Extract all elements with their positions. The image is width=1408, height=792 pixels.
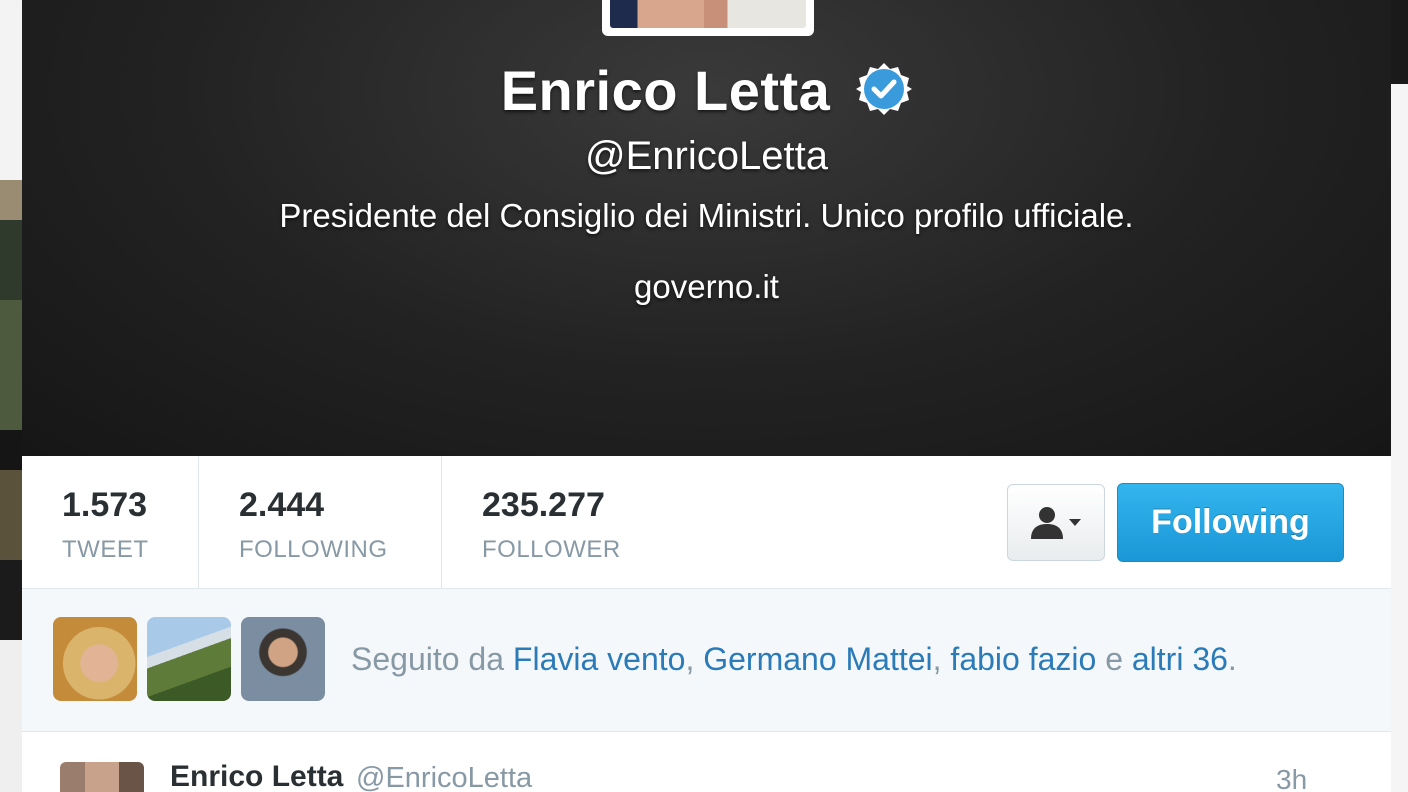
profile-url-link[interactable]: governo.it	[22, 268, 1391, 306]
stat-following-count: 2.444	[239, 486, 325, 524]
profile-avatar-image	[610, 0, 806, 28]
profile-handle: @EnricoLetta	[585, 134, 828, 178]
stat-tweets[interactable]: 1.573 TWEET	[22, 456, 199, 588]
separator: ,	[685, 641, 704, 677]
tweet-author-handle[interactable]: @EnricoLetta	[356, 762, 532, 792]
stat-following[interactable]: 2.444 FOLLOWING	[199, 456, 442, 588]
followed-by-prefix: Seguito da	[351, 641, 513, 677]
others-link[interactable]: altri 36	[1132, 641, 1228, 677]
follower-avatar[interactable]	[241, 617, 325, 701]
follower-avatar[interactable]	[53, 617, 137, 701]
stat-followers-label: FOLLOWER	[482, 536, 621, 563]
stat-tweets-label: TWEET	[62, 536, 149, 563]
tweet-timestamp[interactable]: 3h	[1276, 764, 1307, 792]
follower-avatar[interactable]	[147, 617, 231, 701]
user-dropdown-icon	[1031, 506, 1081, 539]
profile-popup: Enrico Letta @EnricoLetta Presidente del…	[22, 0, 1391, 792]
separator: ,	[932, 641, 951, 677]
stat-followers[interactable]: 235.277 FOLLOWER	[442, 456, 682, 588]
tweet-item[interactable]: Enrico Letta @EnricoLetta 3h	[22, 732, 1391, 792]
background-page-right	[1390, 0, 1408, 792]
profile-avatar[interactable]	[602, 0, 814, 36]
background-page-left	[0, 0, 22, 792]
profile-name-row: Enrico Letta	[22, 55, 1391, 125]
following-button[interactable]: Following	[1117, 483, 1344, 562]
profile-name: Enrico Letta	[500, 58, 831, 122]
stat-following-label: FOLLOWING	[239, 536, 388, 563]
followed-by-text: Seguito da Flavia vento, Germano Mattei,…	[351, 641, 1237, 678]
profile-bio: Presidente del Consiglio dei Ministri. U…	[279, 197, 1134, 234]
profile-header: Enrico Letta @EnricoLetta Presidente del…	[22, 0, 1391, 456]
followed-by-section: Seguito da Flavia vento, Germano Mattei,…	[22, 589, 1391, 732]
follower-link[interactable]: fabio fazio	[950, 641, 1096, 677]
tweet-avatar[interactable]	[60, 762, 144, 792]
stat-followers-count: 235.277	[482, 486, 605, 524]
followed-by-suffix: .	[1227, 641, 1237, 677]
stat-tweets-count: 1.573	[62, 486, 148, 524]
follower-link[interactable]: Germano Mattei	[703, 641, 932, 677]
follower-link[interactable]: Flavia vento	[513, 641, 686, 677]
verified-badge-icon	[856, 63, 913, 115]
user-actions-dropdown-button[interactable]	[1007, 484, 1105, 561]
conjunction: e	[1096, 641, 1132, 677]
tweet-author-name[interactable]: Enrico Letta	[170, 760, 343, 792]
